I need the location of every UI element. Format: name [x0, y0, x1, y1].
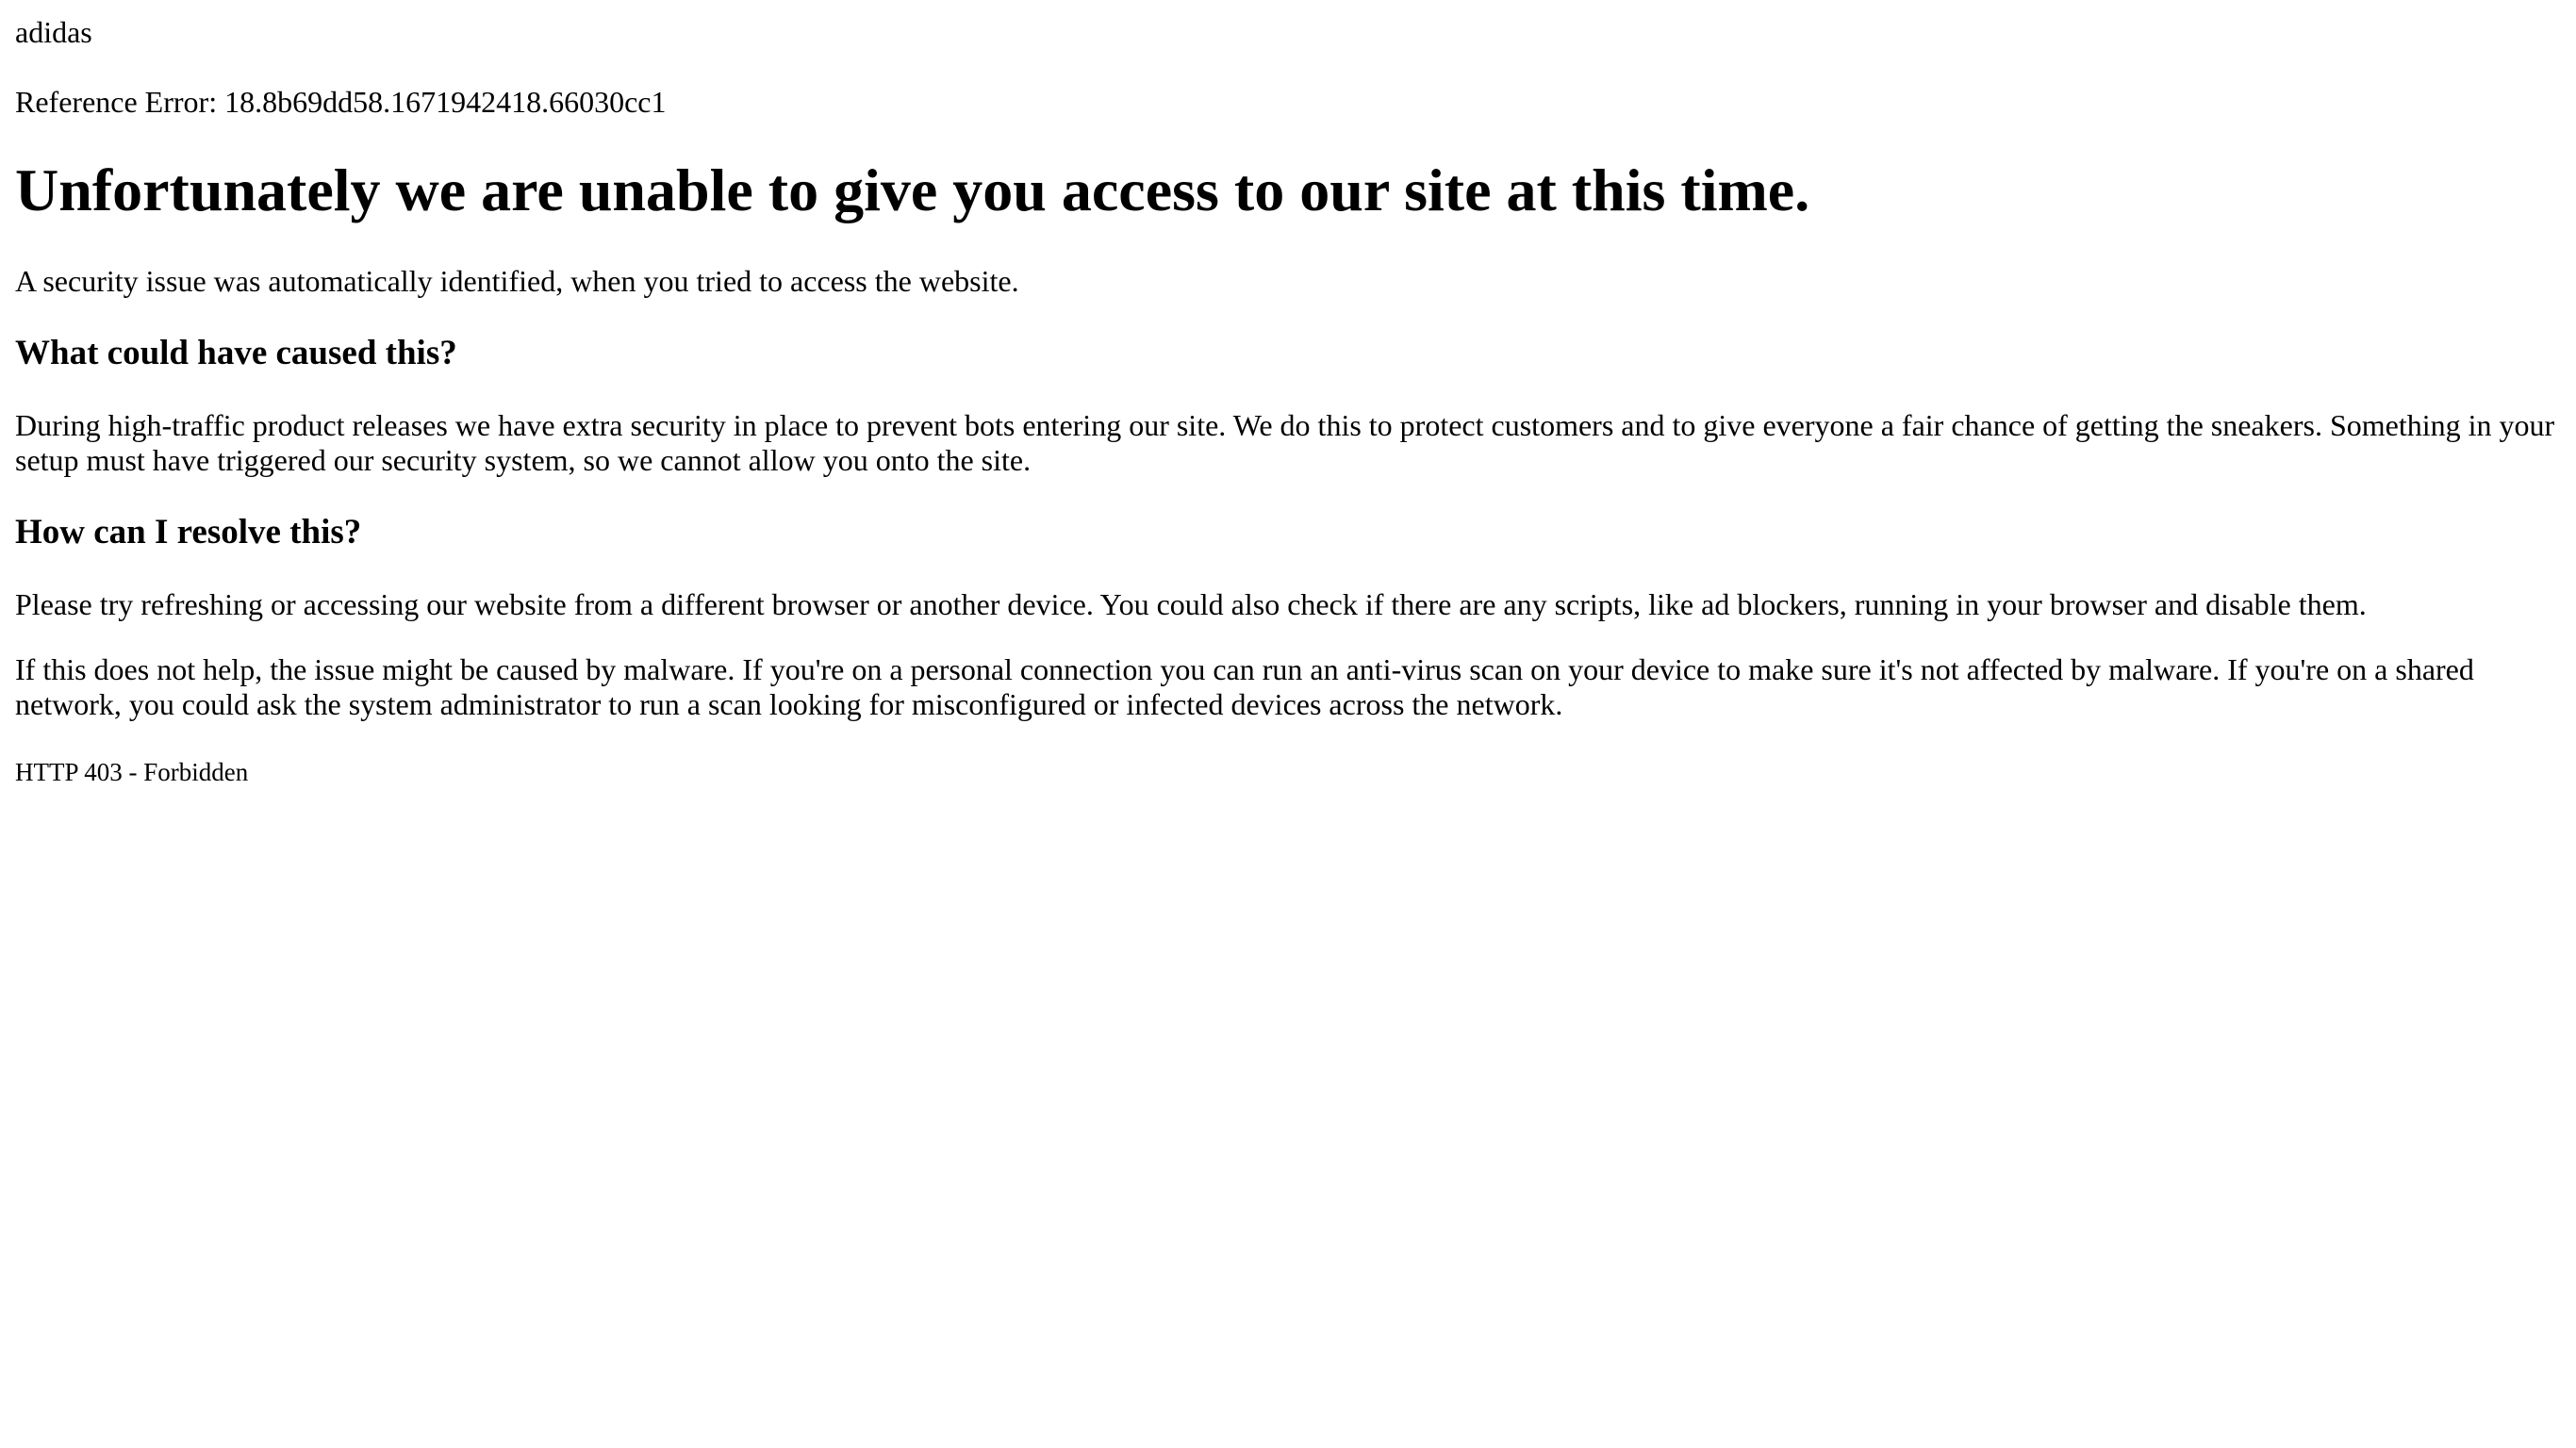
brand-name: adidas	[15, 15, 92, 49]
error-page: adidas Reference Error: 18.8b69dd58.1671…	[0, 0, 2576, 1448]
reference-error: Reference Error: 18.8b69dd58.1671942418.…	[15, 83, 2561, 121]
malware-text: If this does not help, the issue might b…	[15, 652, 2474, 721]
cause-text: During high-traffic product releases we …	[15, 408, 2555, 477]
cause-heading: What could have caused this?	[15, 334, 457, 372]
http-status: HTTP 403 - Forbidden	[15, 758, 249, 786]
resolve-text: Please try refreshing or accessing our w…	[15, 587, 2367, 621]
intro-text: A security issue was automatically ident…	[15, 264, 1019, 298]
reference-error-code: 18.8b69dd58.1671942418.66030cc1	[224, 85, 667, 119]
page-title: Unfortunately we are unable to give you …	[15, 156, 1810, 223]
resolve-heading: How can I resolve this?	[15, 513, 362, 551]
reference-error-label: Reference Error:	[15, 85, 218, 119]
